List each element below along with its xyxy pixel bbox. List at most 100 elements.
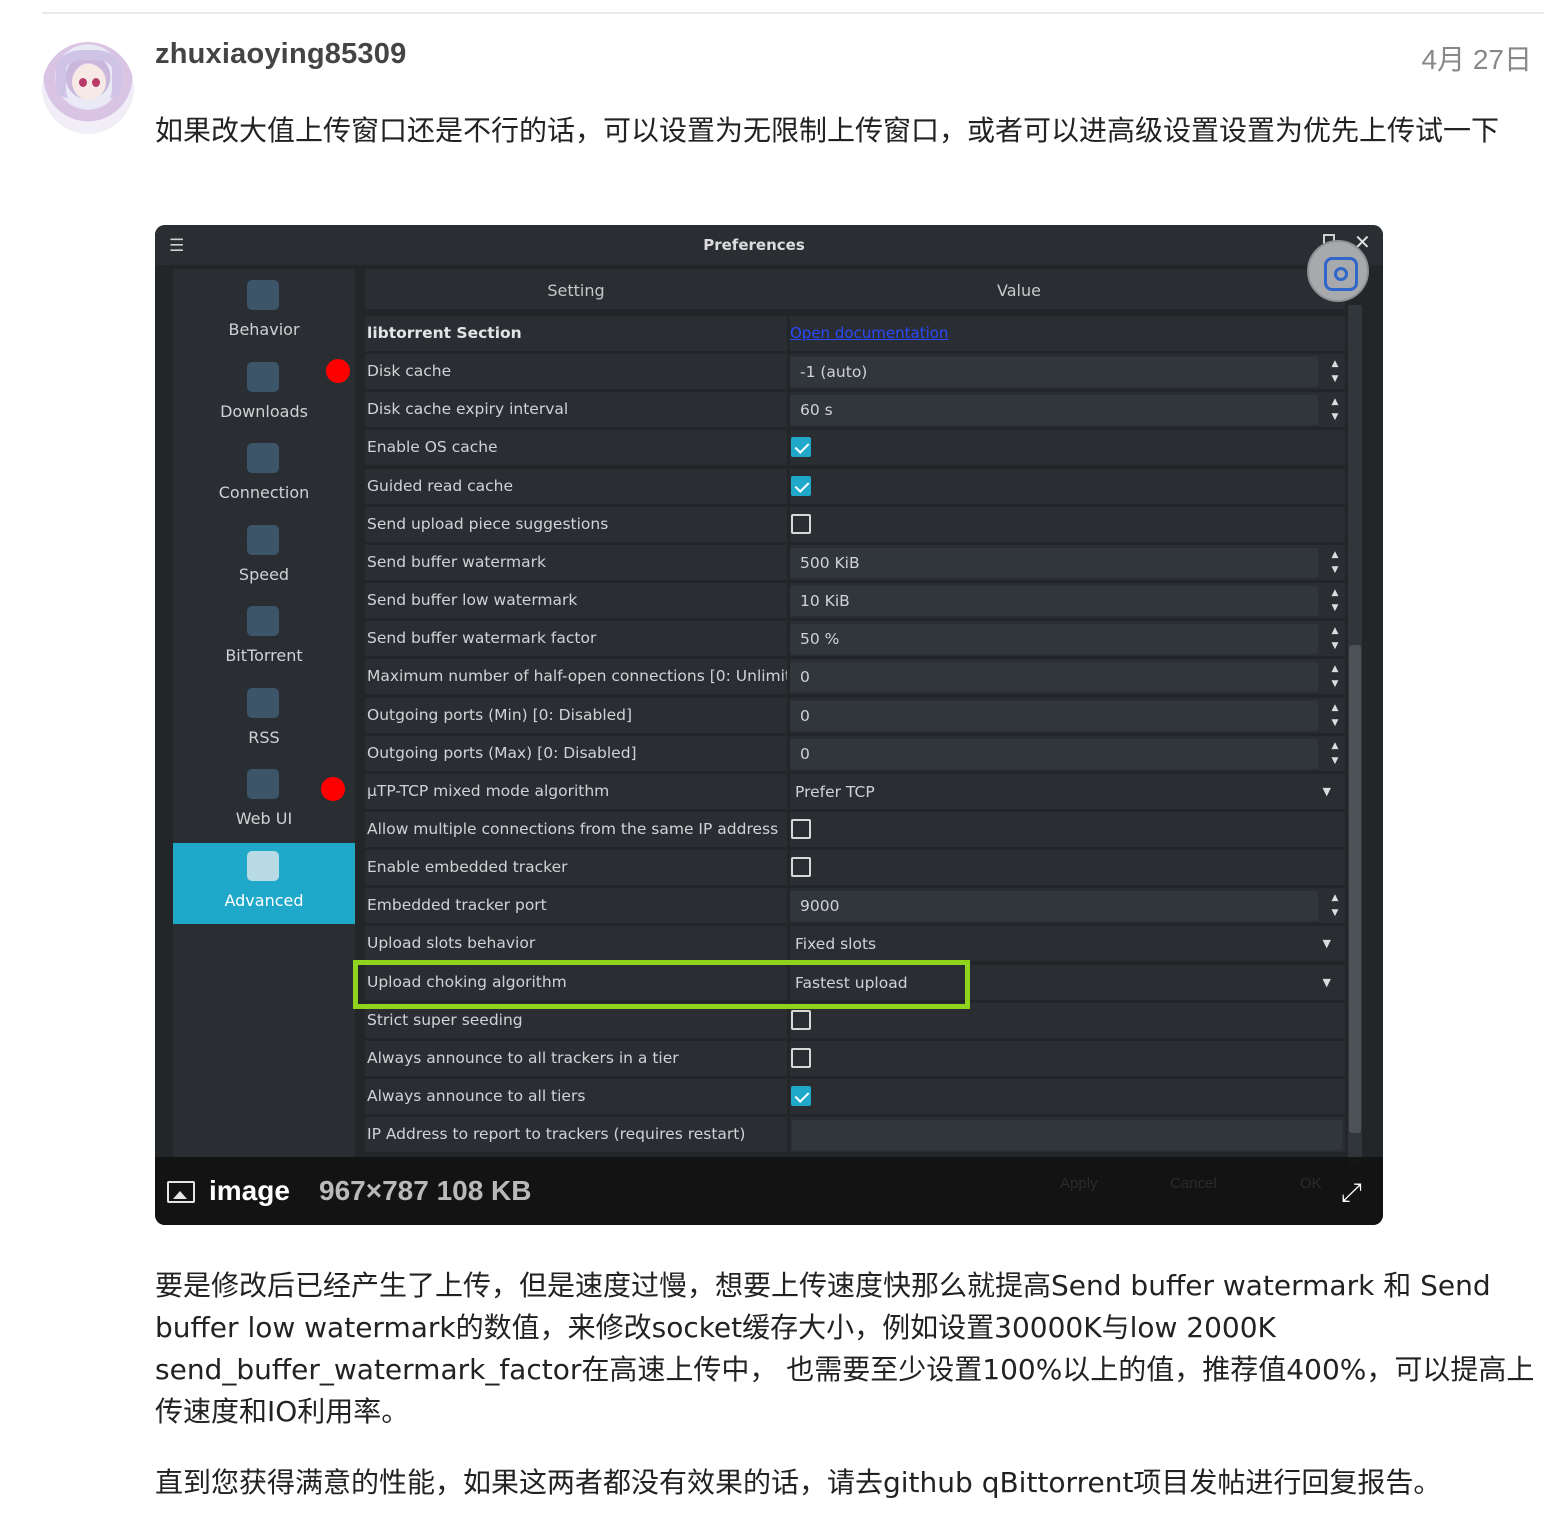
table-row[interactable]: Guided read cache <box>365 468 1345 507</box>
table-row[interactable]: IP Address to report to trackers (requir… <box>365 1117 1345 1155</box>
spinbox-arrows-icon[interactable]: ▲ ▼ <box>1326 739 1344 769</box>
setting-name: Disk cache <box>365 354 787 390</box>
setting-name: Always announce to all trackers in a tie… <box>365 1040 787 1076</box>
post-paragraph-1: 如果改大值上传窗口还是不行的话，可以设置为无限制上传窗口，或者可以进高级设置设置… <box>155 114 1500 147</box>
dropdown-select[interactable]: Fixed slots ▼ <box>790 929 1345 959</box>
sidebar-item-web-ui[interactable]: Web UI <box>173 761 355 842</box>
sidebar-item-connection[interactable]: Connection <box>173 435 355 516</box>
spinbox-input[interactable]: 0 <box>790 738 1318 769</box>
table-row[interactable]: Maximum number of half-open connections … <box>365 659 1345 697</box>
spinbox-input[interactable]: 0 <box>790 662 1318 693</box>
sidebar-item-advanced[interactable]: Advanced <box>173 842 355 924</box>
image-label: image <box>209 1175 290 1206</box>
checkbox[interactable] <box>791 1047 811 1068</box>
table-row[interactable]: Always announce to all trackers in a tie… <box>365 1040 1345 1079</box>
window-title: Preferences <box>703 236 805 254</box>
spinbox-arrows-icon[interactable]: ▲ ▼ <box>1326 395 1344 425</box>
setting-name: Disk cache expiry interval <box>365 392 787 428</box>
setting-value: 0 ▲ ▼ <box>790 697 1345 733</box>
setting-value: 500 KiB ▲ ▼ <box>790 544 1345 580</box>
text-input[interactable] <box>792 1120 1342 1151</box>
chevron-down-icon: ▼ <box>1322 784 1331 798</box>
cancel-button: Cancel <box>1170 1175 1217 1192</box>
spinbox-arrows-icon[interactable]: ▲ ▼ <box>1326 586 1344 616</box>
checkbox[interactable] <box>791 1086 811 1106</box>
sidebar-item-speed[interactable]: Speed <box>173 517 355 598</box>
sidebar-item-rss[interactable]: RSS <box>173 680 355 761</box>
setting-value: Prefer TCP ▼ <box>790 773 1345 809</box>
sidebar-item-behavior[interactable]: Behavior <box>173 272 355 353</box>
red-dot-marker <box>321 777 345 801</box>
table-row[interactable]: libtorrent Section Open documentation <box>365 316 1345 354</box>
post-paragraph-2: 要是修改后已经产生了上传，但是速度过慢，想要上传速度快那么就提高Send buf… <box>155 1269 1535 1428</box>
table-row[interactable]: Send buffer low watermark 10 KiB ▲ ▼ <box>365 583 1345 621</box>
sidebar-item-label: Behavior <box>228 320 300 339</box>
table-row[interactable]: μTP-TCP mixed mode algorithm Prefer TCP ▼ <box>365 773 1345 812</box>
checkbox[interactable] <box>791 437 811 458</box>
avatar[interactable] <box>42 42 134 134</box>
advanced-icon <box>247 850 279 881</box>
setting-name: Allow multiple connections from the same… <box>365 811 787 847</box>
setting-value: -1 (auto) ▲ ▼ <box>790 354 1345 390</box>
table-row[interactable]: Allow multiple connections from the same… <box>365 811 1345 850</box>
checkbox[interactable] <box>791 513 811 534</box>
spinbox-arrows-icon[interactable]: ▲ ▼ <box>1326 357 1344 387</box>
post-date[interactable]: 4月 27日 <box>1422 38 1533 78</box>
spinbox-arrows-icon[interactable]: ▲ ▼ <box>1326 701 1344 731</box>
ok-button: OK <box>1300 1175 1322 1192</box>
open-documentation-link[interactable]: Open documentation <box>790 324 948 342</box>
setting-value <box>790 430 1345 466</box>
red-dot-marker <box>326 359 350 383</box>
table-row[interactable]: Upload slots behavior Fixed slots ▼ <box>365 926 1345 964</box>
username[interactable]: zhuxiaoying85309 <box>155 38 406 71</box>
sidebar-item-bittorrent[interactable]: BitTorrent <box>173 598 355 679</box>
checkbox[interactable] <box>791 1009 811 1030</box>
image-info-bar: image 967×787 108 KB Apply Cancel OK ⤢ <box>155 1157 1383 1225</box>
downloads-icon <box>247 361 279 392</box>
checkbox[interactable] <box>791 818 811 839</box>
spinbox-input[interactable]: 9000 <box>790 891 1318 922</box>
checkbox[interactable] <box>791 857 811 878</box>
table-row[interactable]: Enable embedded tracker <box>365 850 1345 888</box>
setting-name: Guided read cache <box>365 468 787 504</box>
setting-column-header: Setting <box>547 281 605 300</box>
table-row[interactable]: Disk cache -1 (auto) ▲ ▼ <box>365 354 1345 392</box>
setting-name: Embedded tracker port <box>365 888 787 924</box>
table-row[interactable]: Disk cache expiry interval 60 s ▲ ▼ <box>365 392 1345 430</box>
setting-name: Maximum number of half-open connections … <box>365 659 787 695</box>
table-row[interactable]: Outgoing ports (Max) [0: Disabled] 0 ▲ ▼ <box>365 735 1345 774</box>
spinbox-arrows-icon[interactable]: ▲ ▼ <box>1326 548 1344 578</box>
setting-name: IP Address to report to trackers (requir… <box>365 1117 787 1153</box>
spinbox-input[interactable]: -1 (auto) <box>790 357 1318 388</box>
spinbox-arrows-icon[interactable]: ▲ ▼ <box>1326 662 1344 692</box>
spinbox-input[interactable]: 0 <box>790 700 1318 731</box>
setting-name: Outgoing ports (Min) [0: Disabled] <box>365 697 787 733</box>
table-row[interactable]: Send buffer watermark 500 KiB ▲ ▼ <box>365 544 1345 583</box>
embedded-screenshot[interactable]: ☰ Preferences ✕ Behavior Downloads Connect… <box>155 225 1383 1225</box>
sidebar-item-label: RSS <box>248 727 280 747</box>
setting-name: Outgoing ports (Max) [0: Disabled] <box>365 735 787 771</box>
table-row[interactable]: Outgoing ports (Min) [0: Disabled] 0 ▲ ▼ <box>365 697 1345 736</box>
spinbox-input[interactable]: 60 s <box>790 395 1318 426</box>
setting-value: 10 KiB ▲ ▼ <box>790 583 1345 619</box>
spinbox-input[interactable]: 500 KiB <box>790 547 1318 578</box>
visual-search-icon <box>1307 240 1369 302</box>
top-divider <box>42 12 1544 14</box>
spinbox-arrows-icon[interactable]: ▲ ▼ <box>1326 891 1344 921</box>
sidebar-item-label: Web UI <box>235 809 293 828</box>
value-column-header: Value <box>997 281 1041 300</box>
webui-icon <box>247 769 279 799</box>
setting-name: Send upload piece suggestions <box>365 506 787 542</box>
checkbox[interactable] <box>791 475 811 496</box>
table-row[interactable]: Embedded tracker port 9000 ▲ ▼ <box>365 888 1345 926</box>
table-row[interactable]: Send upload piece suggestions <box>365 506 1345 545</box>
setting-name: Enable embedded tracker <box>365 850 787 886</box>
table-row[interactable]: Always announce to all tiers <box>365 1079 1345 1117</box>
table-row[interactable]: Send buffer watermark factor 50 % ▲ ▼ <box>365 621 1345 659</box>
spinbox-arrows-icon[interactable]: ▲ ▼ <box>1326 624 1344 654</box>
dropdown-select[interactable]: Prefer TCP ▼ <box>790 777 1345 807</box>
spinbox-input[interactable]: 50 % <box>790 624 1318 655</box>
expand-icon: ⤢ <box>1341 1177 1362 1207</box>
table-row[interactable]: Enable OS cache <box>365 430 1345 468</box>
spinbox-input[interactable]: 10 KiB <box>790 586 1318 617</box>
